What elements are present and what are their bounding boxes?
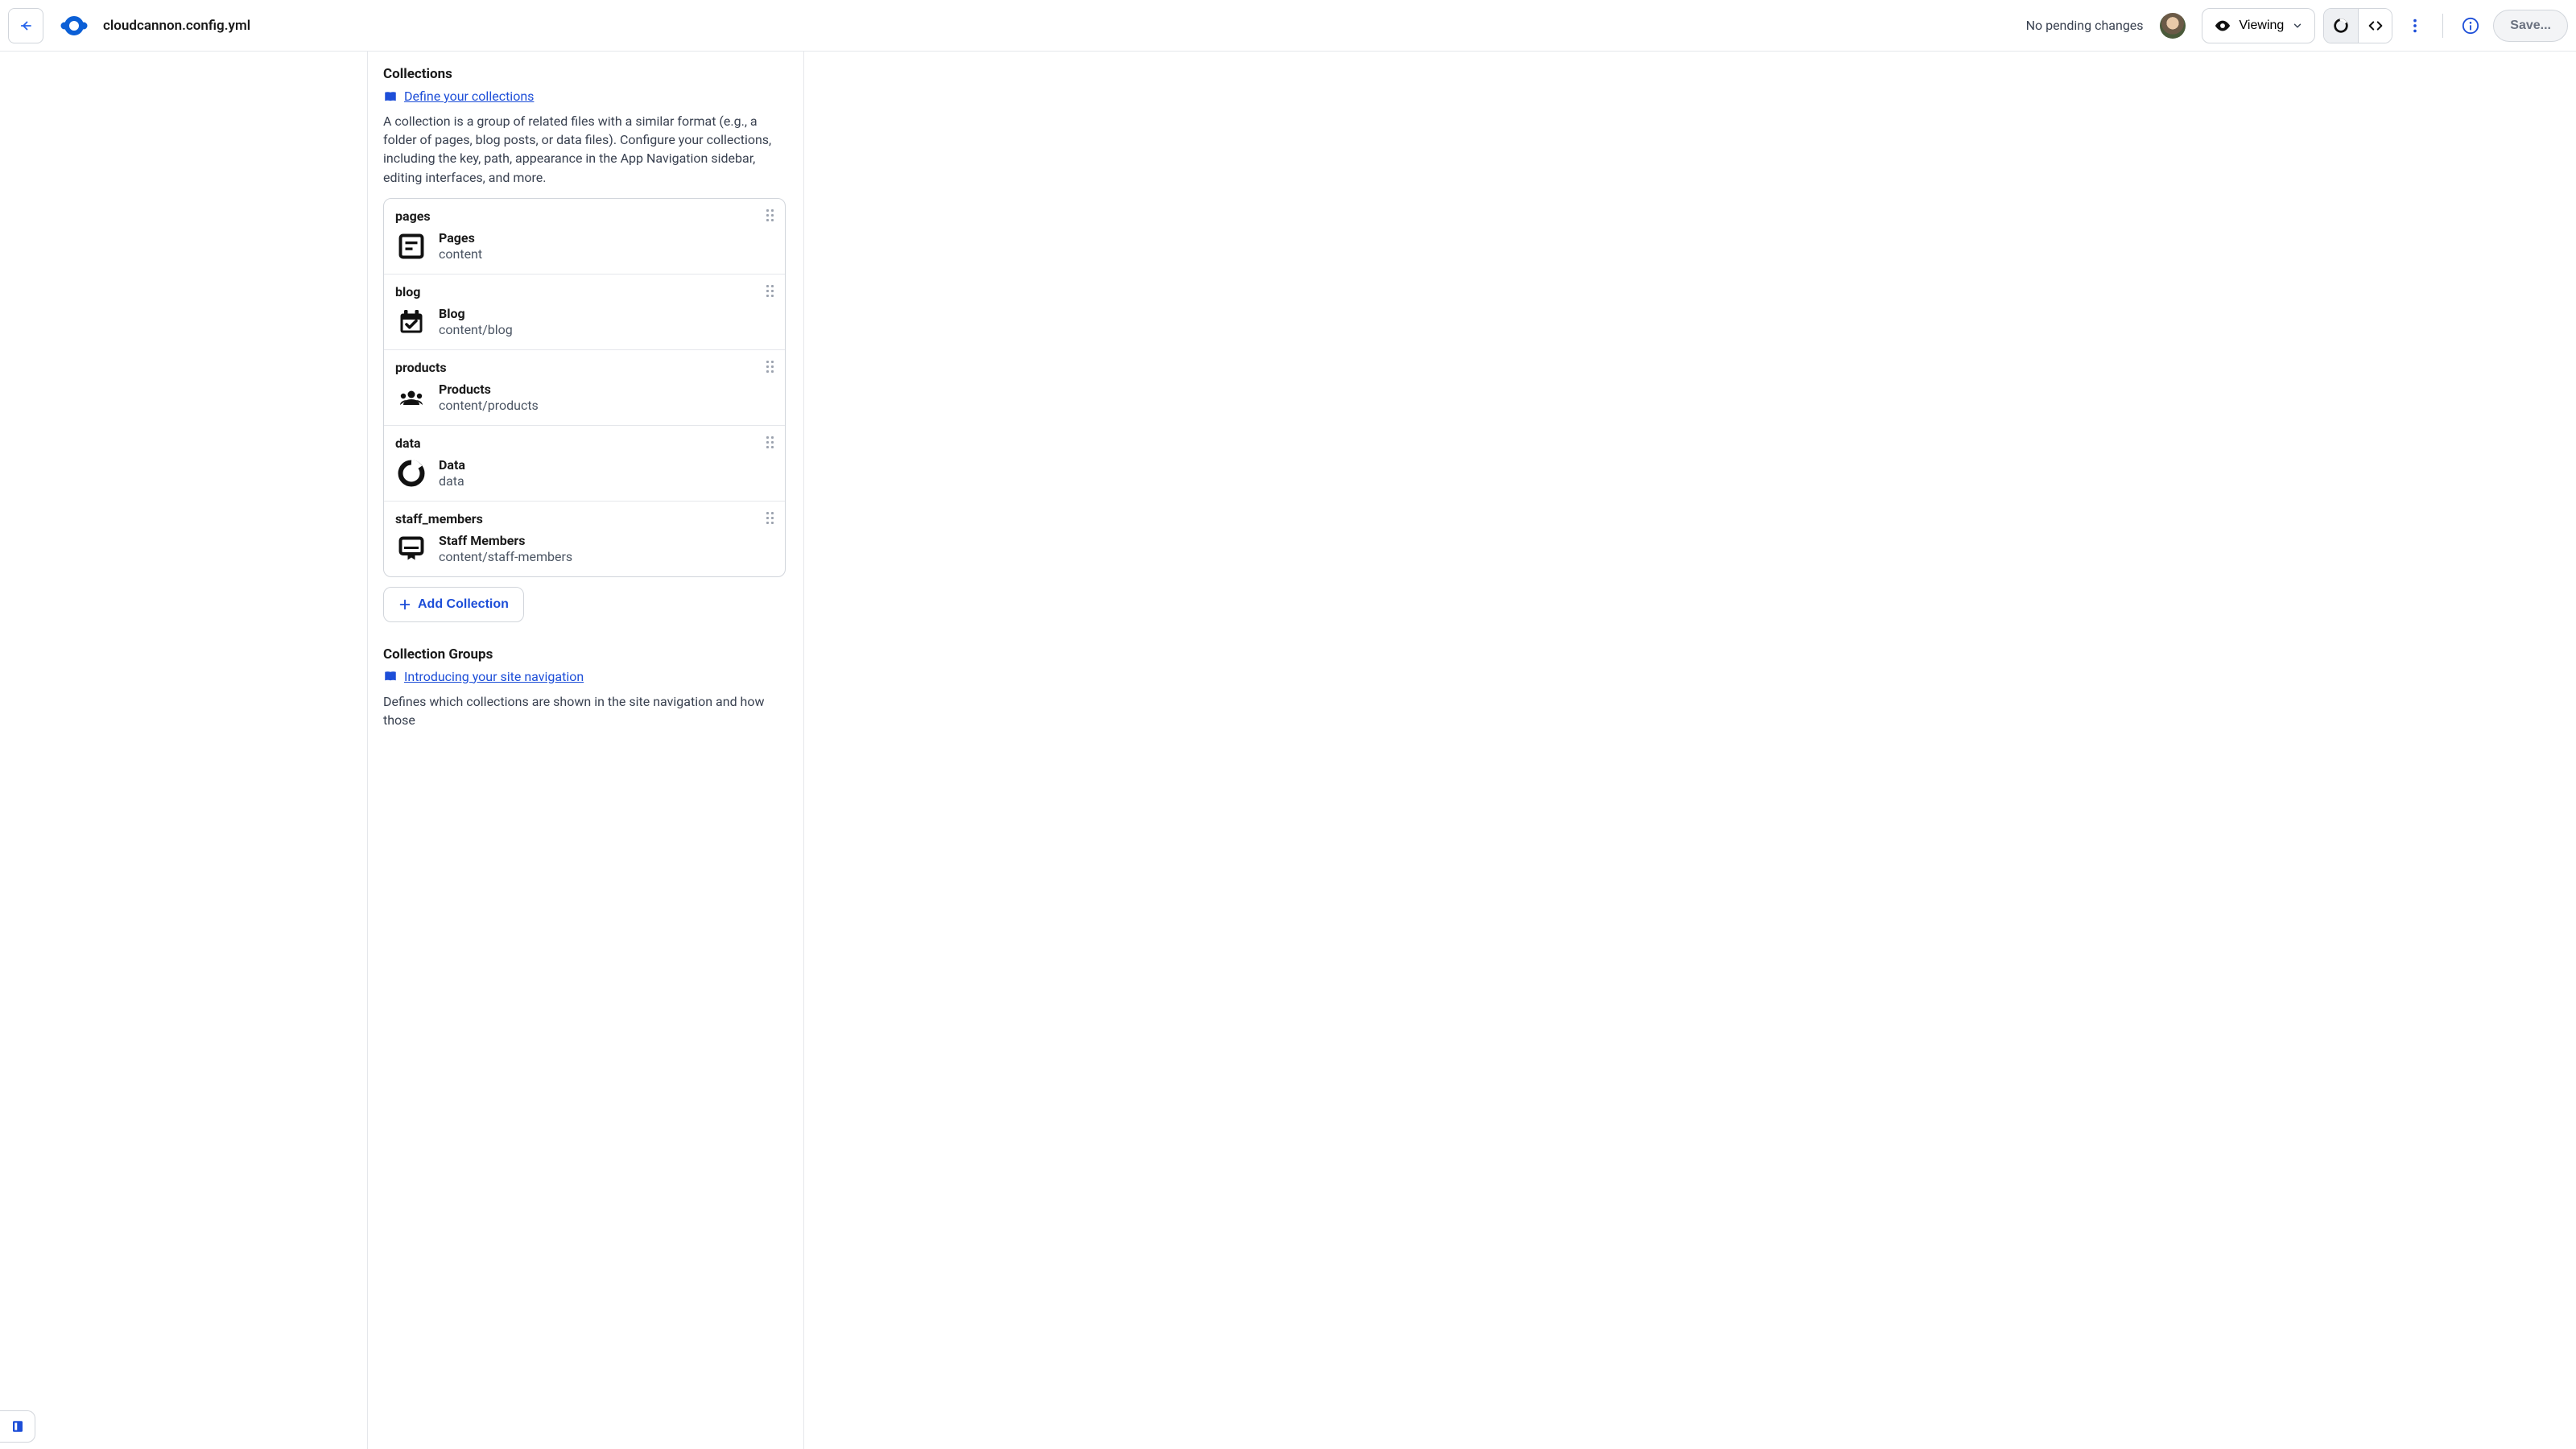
eye-icon: [2214, 17, 2231, 35]
collection-path: content/products: [439, 398, 539, 413]
collection-groups-description: Defines which collections are shown in t…: [383, 692, 786, 729]
membership-badge-icon: [395, 533, 427, 565]
collection-name: Data: [439, 457, 465, 473]
collection-groups-title: Collection Groups: [383, 646, 786, 663]
source-editor-toggle[interactable]: [2358, 9, 2392, 43]
collections-description: A collection is a group of related files…: [383, 112, 786, 187]
collection-groups-doc-link-row: Introducing your site navigation: [383, 669, 786, 684]
arrow-left-icon: [19, 19, 33, 33]
collection-item-pages[interactable]: pages Pages content: [384, 199, 785, 274]
collection-name: Staff Members: [439, 533, 572, 548]
people-icon: [395, 382, 427, 414]
notebook-icon: [10, 1419, 25, 1434]
drag-handle-icon[interactable]: [764, 511, 775, 526]
collection-key: data: [395, 436, 774, 451]
main-area: Collections Define your collections A co…: [0, 52, 2576, 773]
collections-doc-link[interactable]: Define your collections: [404, 89, 534, 104]
collection-path: content: [439, 246, 482, 262]
collection-item-products[interactable]: products Products content/products: [384, 349, 785, 425]
pending-changes-text: No pending changes: [2026, 18, 2144, 33]
collection-key: pages: [395, 208, 774, 224]
visual-editor-toggle[interactable]: [2324, 9, 2358, 43]
collection-name: Pages: [439, 230, 482, 246]
drag-handle-icon[interactable]: [764, 284, 775, 299]
drag-handle-icon[interactable]: [764, 208, 775, 223]
collection-item-data[interactable]: data Data data: [384, 425, 785, 501]
donut-chart-icon: [395, 457, 427, 489]
side-panel-toggle[interactable]: [0, 1410, 35, 1443]
collection-key: products: [395, 360, 774, 375]
cloudcannon-logo: [60, 11, 89, 40]
book-icon: [383, 89, 398, 104]
filename: cloudcannon.config.yml: [103, 18, 250, 34]
collection-path: content/blog: [439, 322, 513, 337]
editor-toggle-group: [2323, 8, 2392, 43]
code-icon: [2367, 17, 2384, 35]
info-icon: [2462, 17, 2479, 35]
content-border-right: [803, 52, 804, 1449]
add-collection-button[interactable]: Add Collection: [383, 587, 524, 622]
plus-icon: [398, 598, 411, 611]
collection-path: content/staff-members: [439, 549, 572, 564]
chevron-down-icon: [2292, 20, 2303, 31]
content-column: Collections Define your collections A co…: [367, 52, 803, 773]
info-button[interactable]: [2456, 11, 2485, 40]
view-mode-dropdown[interactable]: Viewing: [2202, 8, 2316, 43]
collection-path: data: [439, 473, 465, 489]
save-button[interactable]: Save...: [2493, 10, 2568, 42]
drag-handle-icon[interactable]: [764, 436, 775, 450]
book-icon: [383, 669, 398, 683]
drag-handle-icon[interactable]: [764, 360, 775, 374]
more-vertical-icon: [2406, 17, 2424, 35]
collection-item-blog[interactable]: blog Blog content/blog: [384, 274, 785, 349]
avatar[interactable]: [2160, 13, 2186, 39]
calendar-check-icon: [395, 306, 427, 338]
back-button[interactable]: [8, 8, 43, 43]
header: cloudcannon.config.yml No pending change…: [0, 0, 2576, 52]
collections-title: Collections: [383, 66, 786, 82]
ring-icon: [2332, 17, 2350, 35]
collection-key: blog: [395, 284, 774, 299]
more-menu-button[interactable]: [2401, 11, 2429, 40]
divider: [2442, 14, 2443, 38]
collections-doc-link-row: Define your collections: [383, 89, 786, 104]
collection-name: Blog: [439, 306, 513, 321]
collection-item-staff-members[interactable]: staff_members Staff Members content/staf…: [384, 501, 785, 576]
page-icon: [395, 230, 427, 262]
view-mode-label: Viewing: [2240, 19, 2285, 33]
collections-list: pages Pages content blog: [383, 198, 786, 577]
add-collection-label: Add Collection: [418, 597, 509, 612]
collection-groups-doc-link[interactable]: Introducing your site navigation: [404, 669, 584, 684]
collection-name: Products: [439, 382, 539, 397]
collection-key: staff_members: [395, 511, 774, 526]
